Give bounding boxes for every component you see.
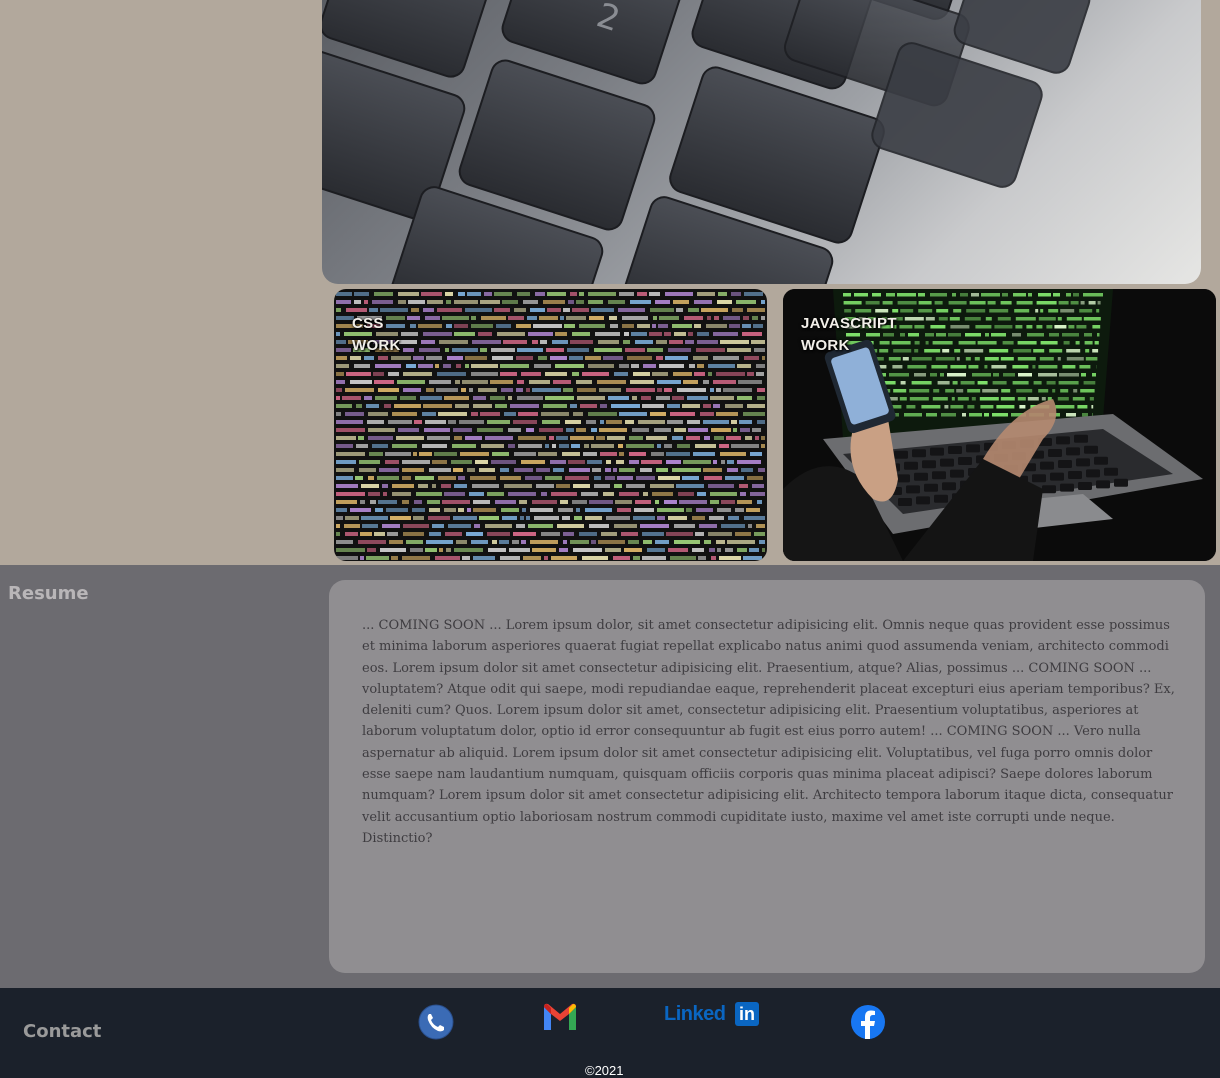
linkedin-in-badge: in [735, 1002, 759, 1026]
portfolio-section: 2 CSS WORK JAVASCRIPT WORK [0, 0, 1220, 565]
css-work-line2: WORK [352, 337, 401, 354]
contact-footer: Contact Linked in ©2021 [0, 988, 1220, 1078]
keyboard-keys-illustration: 2 [322, 0, 1091, 284]
resume-text-box: ... COMING SOON ... Lorem ipsum dolor, s… [329, 580, 1205, 973]
javascript-work-line1: JAVASCRIPT [801, 315, 897, 332]
gmail-icon[interactable] [541, 1002, 579, 1037]
resume-heading: Resume [8, 583, 89, 604]
contact-heading: Contact [23, 1021, 102, 1042]
javascript-work-line2: WORK [801, 337, 850, 354]
resume-body-text: ... COMING SOON ... Lorem ipsum dolor, s… [362, 618, 1175, 846]
hero-keyboard-image: 2 [322, 0, 1201, 284]
linkedin-wordmark: Linked [664, 1003, 726, 1025]
facebook-icon[interactable] [850, 1004, 886, 1045]
css-work-line1: CSS [352, 315, 384, 332]
css-work-label: CSS WORK [352, 313, 401, 357]
javascript-work-label: JAVASCRIPT WORK [801, 313, 897, 357]
linkedin-icon[interactable]: Linked in [664, 1002, 764, 1028]
copyright-text: ©2021 [585, 1063, 624, 1078]
phone-icon[interactable] [418, 1004, 454, 1045]
javascript-work-card[interactable]: JAVASCRIPT WORK [783, 289, 1216, 561]
resume-section: Resume ... COMING SOON ... Lorem ipsum d… [0, 565, 1220, 988]
css-work-card[interactable]: CSS WORK [334, 289, 767, 561]
